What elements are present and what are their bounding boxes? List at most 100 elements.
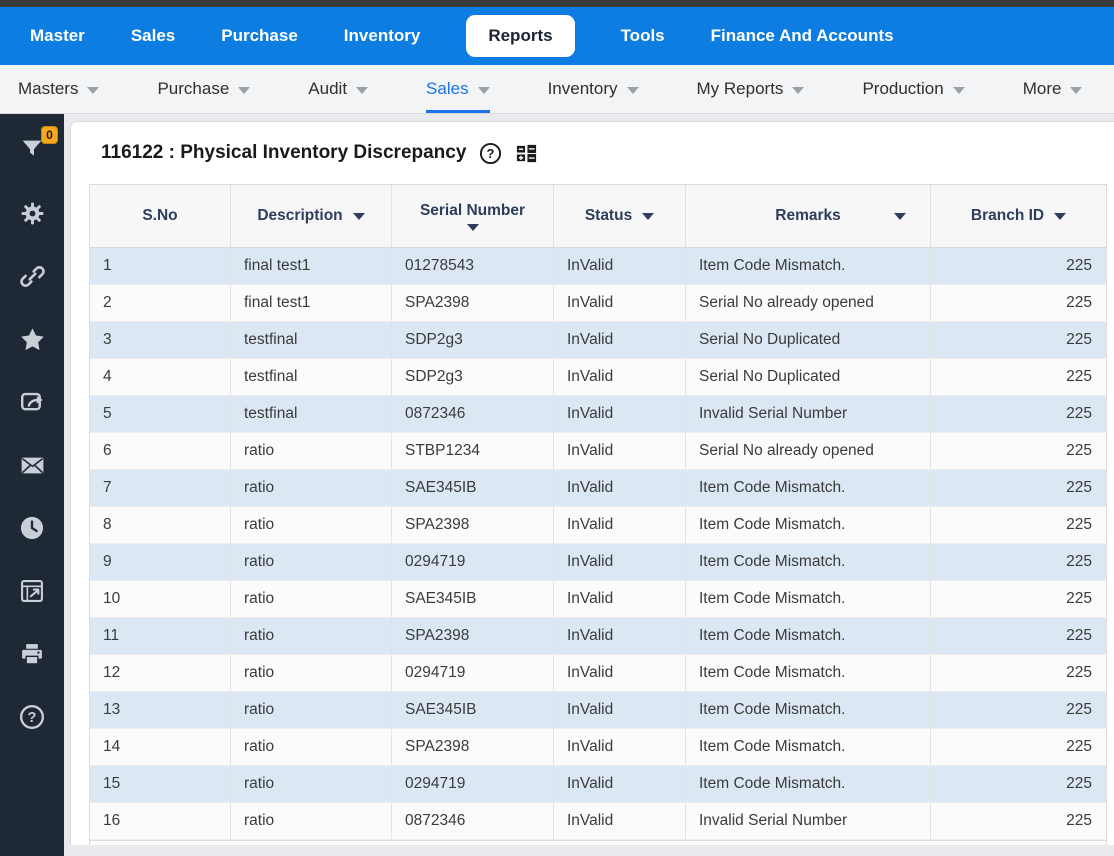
cell-description: final test1 — [231, 285, 392, 321]
primary-nav-item[interactable]: Inventory — [344, 26, 421, 46]
column-label: Branch ID — [971, 207, 1044, 225]
cell-description: testfinal — [231, 359, 392, 395]
cell-branch-id: 225 — [931, 692, 1106, 728]
widget-grid-icon[interactable] — [515, 142, 538, 165]
cell-sno: 14 — [90, 729, 231, 765]
filter-icon[interactable]: 0 — [14, 132, 50, 168]
secondary-nav-item[interactable]: Production — [862, 65, 964, 113]
cell-branch-id: 225 — [931, 581, 1106, 617]
cell-sno: 9 — [90, 544, 231, 580]
chevron-down-icon — [627, 87, 639, 94]
secondary-nav-item[interactable]: Masters — [18, 65, 99, 113]
filter-count-badge: 0 — [41, 126, 58, 144]
cell-branch-id: 225 — [931, 359, 1106, 395]
secondary-nav-label: Sales — [426, 79, 469, 99]
primary-nav-item[interactable]: Purchase — [221, 26, 298, 46]
cell-branch-id: 225 — [931, 507, 1106, 543]
cell-branch-id: 225 — [931, 248, 1106, 284]
mail-icon[interactable] — [14, 447, 50, 483]
cell-status: InValid — [554, 544, 686, 580]
cell-branch-id: 225 — [931, 618, 1106, 654]
cell-sno: 12 — [90, 655, 231, 691]
cell-serial-number: SPA2398 — [392, 285, 554, 321]
cell-remarks: Serial No already opened — [686, 285, 931, 321]
cell-remarks: Item Code Mismatch. — [686, 544, 931, 580]
printer-icon[interactable] — [14, 636, 50, 672]
primary-nav-item[interactable]: Finance And Accounts — [711, 26, 894, 46]
window-export-icon[interactable] — [14, 573, 50, 609]
column-header-remarks[interactable]: Remarks — [686, 185, 931, 247]
cell-serial-number: 0294719 — [392, 655, 554, 691]
chevron-down-icon — [478, 87, 490, 94]
sort-caret-icon — [467, 224, 479, 231]
cell-branch-id: 225 — [931, 729, 1106, 765]
secondary-nav-label: More — [1023, 79, 1062, 99]
cell-branch-id: 225 — [931, 322, 1106, 358]
help-icon[interactable]: ? — [14, 699, 50, 735]
secondary-nav-item[interactable]: Inventory — [548, 65, 639, 113]
cell-status: InValid — [554, 618, 686, 654]
cell-description: ratio — [231, 544, 392, 580]
cell-sno: 8 — [90, 507, 231, 543]
secondary-nav-item[interactable]: My Reports — [697, 65, 805, 113]
cell-serial-number: 0294719 — [392, 766, 554, 802]
cell-serial-number: SPA2398 — [392, 729, 554, 765]
cell-sno: 1 — [90, 248, 231, 284]
column-header-serial-number[interactable]: Serial Number — [392, 185, 554, 247]
table-header-row: S.No Description Serial Number Status — [90, 185, 1106, 248]
cell-status: InValid — [554, 396, 686, 432]
cell-serial-number: SPA2398 — [392, 618, 554, 654]
cell-remarks: Item Code Mismatch. — [686, 618, 931, 654]
share-icon[interactable] — [14, 384, 50, 420]
content-area: 116122 : Physical Inventory Discrepancy … — [64, 114, 1114, 856]
cell-remarks: Item Code Mismatch. — [686, 692, 931, 728]
column-header-status[interactable]: Status — [554, 185, 686, 247]
clock-icon[interactable] — [14, 510, 50, 546]
table-row: 6 ratio STBP1234 InValid Serial No alrea… — [90, 433, 1106, 470]
secondary-nav-item[interactable]: Audit — [308, 65, 368, 113]
cell-branch-id: 225 — [931, 544, 1106, 580]
cell-status: InValid — [554, 322, 686, 358]
help-circle-icon[interactable]: ? — [479, 142, 502, 165]
cell-branch-id: 225 — [931, 803, 1106, 839]
table-row: 10 ratio SAE345IB InValid Item Code Mism… — [90, 581, 1106, 618]
sort-caret-icon — [642, 213, 654, 220]
cell-description: ratio — [231, 803, 392, 839]
gear-icon[interactable] — [14, 195, 50, 231]
sort-caret-icon — [894, 213, 906, 220]
secondary-nav-label: Masters — [18, 79, 78, 99]
cell-status: InValid — [554, 470, 686, 506]
primary-nav-item[interactable]: Reports — [466, 15, 574, 57]
table-row: 3 testfinal SDP2g3 InValid Serial No Dup… — [90, 322, 1106, 359]
column-header-sno: S.No — [90, 185, 231, 247]
column-header-description[interactable]: Description — [231, 185, 392, 247]
cell-status: InValid — [554, 507, 686, 543]
table-row: 16 ratio 0872346 InValid Invalid Serial … — [90, 803, 1106, 840]
cell-serial-number: SAE345IB — [392, 581, 554, 617]
secondary-nav-item[interactable]: Sales — [426, 65, 490, 113]
report-panel: 116122 : Physical Inventory Discrepancy … — [70, 121, 1114, 845]
primary-nav-item[interactable]: Master — [30, 26, 85, 46]
primary-nav-item[interactable]: Sales — [131, 26, 175, 46]
chevron-down-icon — [1070, 87, 1082, 94]
secondary-nav-item[interactable]: More — [1023, 65, 1083, 113]
cell-serial-number: SAE345IB — [392, 692, 554, 728]
table-row: 13 ratio SAE345IB InValid Item Code Mism… — [90, 692, 1106, 729]
cell-remarks: Invalid Serial Number — [686, 803, 931, 839]
cell-serial-number: 0294719 — [392, 544, 554, 580]
cell-branch-id: 225 — [931, 470, 1106, 506]
report-table: S.No Description Serial Number Status — [89, 184, 1107, 841]
cell-status: InValid — [554, 285, 686, 321]
cell-remarks: Serial No Duplicated — [686, 359, 931, 395]
primary-nav-item[interactable]: Tools — [621, 26, 665, 46]
chevron-down-icon — [238, 87, 250, 94]
secondary-nav: Masters Purchase Audit Sales Inventory M… — [0, 65, 1114, 114]
column-header-branch-id[interactable]: Branch ID — [931, 185, 1106, 247]
table-row: 8 ratio SPA2398 InValid Item Code Mismat… — [90, 507, 1106, 544]
link-icon[interactable] — [14, 258, 50, 294]
table-row: 14 ratio SPA2398 InValid Item Code Misma… — [90, 729, 1106, 766]
star-icon[interactable] — [14, 321, 50, 357]
secondary-nav-item[interactable]: Purchase — [157, 65, 250, 113]
cell-remarks: Item Code Mismatch. — [686, 470, 931, 506]
sort-caret-icon — [353, 213, 365, 220]
